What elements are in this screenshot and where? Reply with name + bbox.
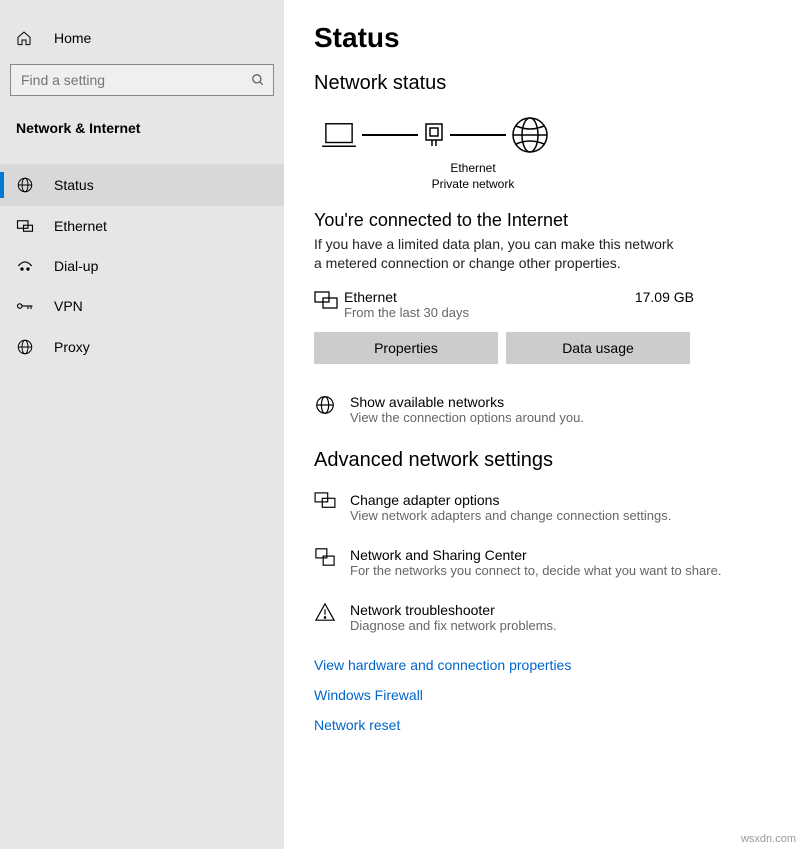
vpn-icon [16, 300, 34, 312]
watermark: wsxdn.com [741, 833, 796, 845]
page-title: Status [314, 22, 764, 54]
connection-icon [314, 291, 344, 311]
network-status-heading: Network status [314, 72, 764, 95]
search-icon [251, 73, 265, 87]
network-globe-icon [314, 394, 336, 416]
sharing-sub: For the networks you connect to, decide … [350, 563, 721, 578]
link-hardware[interactable]: View hardware and connection properties [314, 657, 764, 673]
nav-label: Ethernet [54, 218, 107, 234]
connection-period: From the last 30 days [344, 305, 635, 320]
internet-globe-icon [510, 115, 550, 155]
search-input[interactable] [19, 71, 251, 89]
troubleshooter[interactable]: Network troubleshooter Diagnose and fix … [314, 602, 764, 633]
show-networks-sub: View the connection options around you. [350, 410, 584, 425]
sharing-icon [314, 547, 336, 567]
change-adapter-title: Change adapter options [350, 492, 671, 508]
change-adapter[interactable]: Change adapter options View network adap… [314, 492, 764, 523]
router-icon [422, 120, 446, 150]
properties-button[interactable]: Properties [314, 332, 498, 364]
show-networks-title: Show available networks [350, 394, 584, 410]
network-diagram [314, 115, 764, 155]
nav-label: Status [54, 177, 94, 193]
sidebar-section-title: Network & Internet [0, 112, 284, 150]
diagram-labels: Ethernet Private network [428, 161, 518, 192]
content: Status Network status Ethernet Private n… [284, 0, 800, 849]
proxy-icon [16, 338, 34, 356]
nav-dialup[interactable]: Dial-up [0, 246, 284, 286]
search-container [0, 64, 284, 112]
dialup-icon [16, 259, 34, 273]
advanced-title: Advanced network settings [314, 449, 764, 472]
diagram-type: Private network [428, 177, 518, 193]
change-adapter-sub: View network adapters and change connect… [350, 508, 671, 523]
warning-icon [314, 602, 336, 622]
sharing-title: Network and Sharing Center [350, 547, 721, 563]
connection-usage: 17.09 GB [635, 289, 694, 305]
connection-row: Ethernet From the last 30 days 17.09 GB [314, 289, 694, 320]
home-button[interactable]: Home [0, 24, 284, 64]
link-firewall[interactable]: Windows Firewall [314, 687, 764, 703]
home-icon [16, 30, 34, 46]
data-usage-button[interactable]: Data usage [506, 332, 690, 364]
globe-icon [16, 176, 34, 194]
sharing-center[interactable]: Network and Sharing Center For the netwo… [314, 547, 764, 578]
sidebar: Home Network & Internet Status Ethernet [0, 0, 284, 849]
nav-list: Status Ethernet Dial-up VPN Proxy [0, 150, 284, 368]
troubleshoot-title: Network troubleshooter [350, 602, 557, 618]
connected-desc: If you have a limited data plan, you can… [314, 235, 674, 273]
ethernet-icon [16, 219, 34, 233]
nav-label: Dial-up [54, 258, 98, 274]
connected-title: You're connected to the Internet [314, 210, 764, 231]
nav-status[interactable]: Status [0, 164, 284, 206]
diagram-line [362, 134, 418, 136]
diagram-line [450, 134, 506, 136]
troubleshoot-sub: Diagnose and fix network problems. [350, 618, 557, 633]
show-networks[interactable]: Show available networks View the connect… [314, 394, 764, 425]
nav-ethernet[interactable]: Ethernet [0, 206, 284, 246]
diagram-name: Ethernet [428, 161, 518, 177]
laptop-icon [320, 120, 358, 150]
nav-proxy[interactable]: Proxy [0, 326, 284, 368]
connection-name: Ethernet [344, 289, 635, 305]
search-input-wrap[interactable] [10, 64, 274, 96]
nav-label: VPN [54, 298, 83, 314]
button-row: Properties Data usage [314, 332, 764, 364]
nav-label: Proxy [54, 339, 90, 355]
nav-vpn[interactable]: VPN [0, 286, 284, 326]
link-reset[interactable]: Network reset [314, 717, 764, 733]
home-label: Home [54, 30, 91, 46]
adapter-icon [314, 492, 336, 510]
